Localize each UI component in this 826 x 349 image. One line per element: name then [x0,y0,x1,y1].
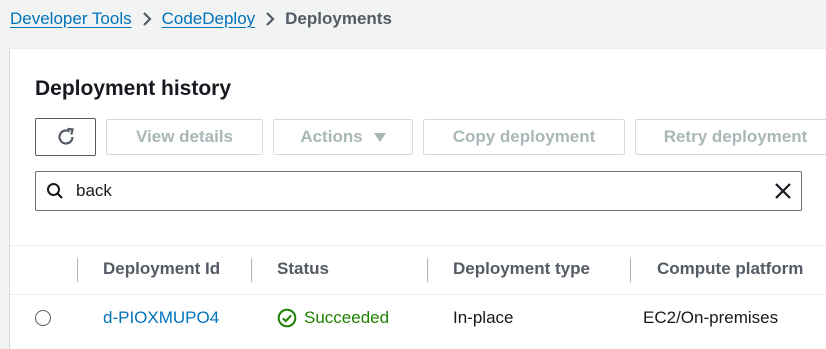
column-divider [427,258,428,282]
deployment-id-link[interactable]: d-PIOXMUPO4 [103,308,219,327]
search-icon [47,183,63,199]
compute-platform-cell: EC2/On-premises [643,308,779,327]
copy-deployment-button[interactable]: Copy deployment [423,119,625,155]
deployment-history-panel: Deployment history View details Actions … [9,48,826,349]
chevron-right-icon [132,8,162,30]
panel-title: Deployment history [35,77,232,100]
breadcrumb-current: Deployments [285,9,392,28]
breadcrumb-developer-tools[interactable]: Developer Tools [10,9,132,29]
breadcrumb: Developer Tools CodeDeploy Deployments [10,8,392,30]
column-header-deployment-type[interactable]: Deployment type [453,246,590,294]
actions-label: Actions [300,127,363,146]
table-header: Deployment Id Status Deployment type Com… [10,245,826,295]
close-icon[interactable] [774,182,792,200]
view-details-button[interactable]: View details [106,119,263,155]
caret-down-icon [373,132,386,142]
column-header-deployment-id[interactable]: Deployment Id [103,246,220,294]
row-select-radio[interactable] [35,310,51,326]
refresh-icon [57,127,74,145]
status-badge: Succeeded [277,294,389,342]
column-header-compute-platform[interactable]: Compute platform [657,246,803,294]
column-header-status[interactable]: Status [277,246,329,294]
status-text: Succeeded [304,308,390,327]
deployment-type-cell: In-place [453,308,514,327]
chevron-right-icon [255,8,285,30]
check-circle-icon [277,308,297,328]
refresh-button[interactable] [35,118,96,156]
column-divider [251,258,252,282]
actions-dropdown-button[interactable]: Actions [273,119,413,155]
column-divider [630,258,631,282]
breadcrumb-codedeploy[interactable]: CodeDeploy [162,9,256,29]
column-divider [77,258,78,282]
retry-deployment-button[interactable]: Retry deployment [635,119,826,155]
search-box [35,171,802,211]
search-input[interactable] [76,172,756,210]
